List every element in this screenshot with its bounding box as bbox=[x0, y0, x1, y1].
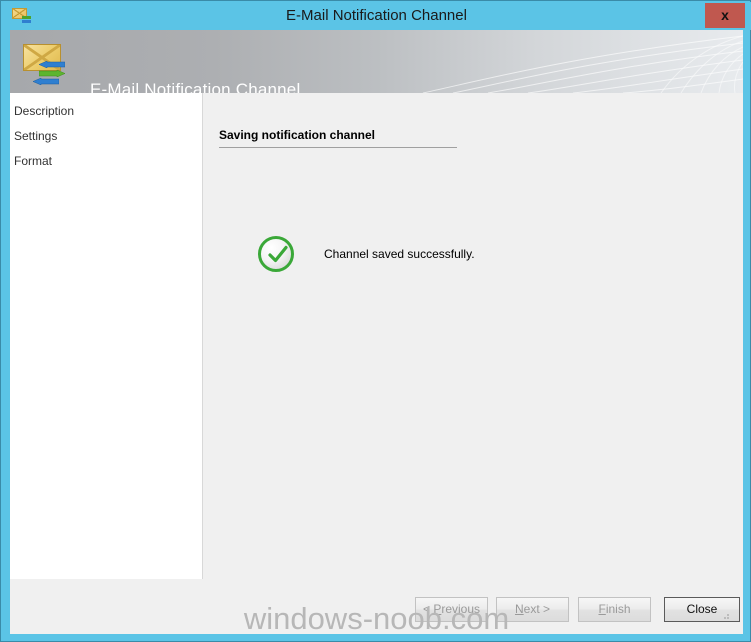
email-transfer-icon bbox=[21, 42, 67, 85]
blue-arrow-left-glyph-2 bbox=[33, 78, 59, 85]
blue-arrow-left-glyph bbox=[39, 61, 65, 68]
page-title-divider bbox=[219, 147, 457, 148]
window-close-button[interactable]: x bbox=[705, 3, 745, 28]
dialog-footer: < Previous Next > Finish Close bbox=[10, 579, 743, 634]
status-message-row: Channel saved successfully. bbox=[258, 236, 475, 272]
sidebar-item-format[interactable]: Format bbox=[14, 154, 52, 168]
finish-button-label: Finish bbox=[598, 602, 631, 616]
sidebar-item-description[interactable]: Description bbox=[14, 104, 74, 118]
dialog-banner: E-Mail Notification Channel bbox=[10, 30, 743, 93]
title-bar: E-Mail Notification Channel x bbox=[2, 2, 751, 30]
green-arrow-right-glyph bbox=[39, 70, 65, 77]
sidebar-item-settings[interactable]: Settings bbox=[14, 129, 57, 143]
banner-title: E-Mail Notification Channel bbox=[90, 80, 301, 93]
status-message: Channel saved successfully. bbox=[324, 247, 475, 261]
dialog-window: E-Mail Notification Channel x E-Mail Not… bbox=[0, 0, 751, 642]
green-check-circle-icon bbox=[258, 236, 294, 272]
banner-mesh-decoration bbox=[422, 35, 743, 93]
next-button[interactable]: Next > bbox=[496, 597, 569, 622]
previous-button[interactable]: < Previous bbox=[415, 597, 488, 622]
main-content-panel: Saving notification channel Channel save… bbox=[203, 93, 743, 579]
next-button-label: Next > bbox=[514, 602, 551, 616]
resize-grip-icon[interactable] bbox=[720, 610, 730, 620]
finish-button[interactable]: Finish bbox=[578, 597, 651, 622]
previous-button-label: < Previous bbox=[422, 602, 481, 616]
page-title: Saving notification channel bbox=[219, 128, 376, 142]
window-title: E-Mail Notification Channel bbox=[286, 7, 467, 24]
